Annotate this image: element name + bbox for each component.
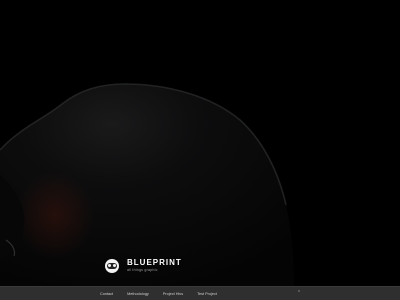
ear-glow: [15, 170, 95, 260]
site-branding[interactable]: BLUEPRINT all things graphic: [105, 259, 182, 273]
site-title[interactable]: BLUEPRINT: [127, 259, 182, 267]
glasses-logo-icon[interactable]: [105, 259, 119, 273]
nav-menu: Contact Methodology Project Hivs Test Pr…: [100, 287, 217, 300]
glasses-icon: [107, 263, 117, 269]
nav-item-methodology[interactable]: Methodology: [127, 292, 149, 296]
chevron-up-icon[interactable]: ⌃: [296, 290, 302, 297]
nav-item-contact[interactable]: Contact: [100, 292, 113, 296]
main-navigation: Contact Methodology Project Hivs Test Pr…: [0, 286, 400, 300]
nav-item-test-project[interactable]: Test Project: [197, 292, 217, 296]
nav-item-project-hivs[interactable]: Project Hivs: [163, 292, 183, 296]
silhouette-photo: [0, 83, 294, 286]
site-tagline: all things graphic: [127, 268, 158, 273]
hero-image: [0, 0, 400, 286]
brand-text: BLUEPRINT all things graphic: [127, 259, 182, 273]
